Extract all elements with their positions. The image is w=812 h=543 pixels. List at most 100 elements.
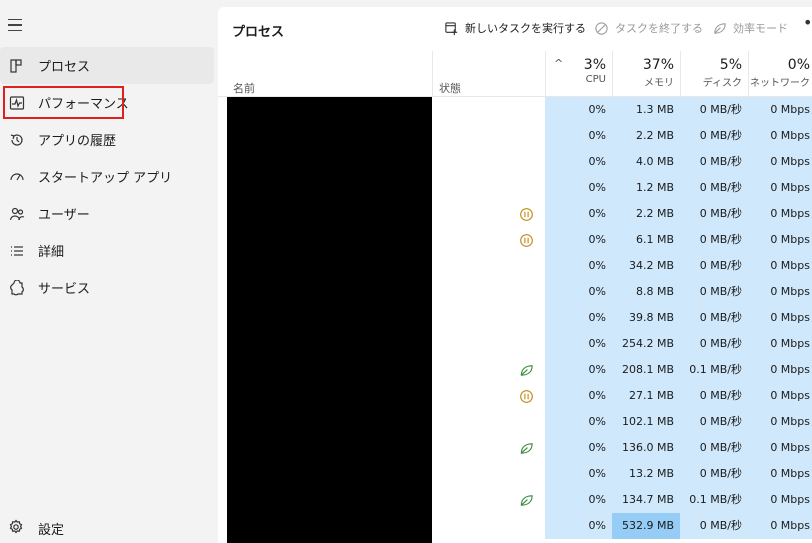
column-divider[interactable]	[432, 51, 433, 97]
network-cell: 0 Mbps	[748, 409, 812, 435]
cpu-cell: 0%	[545, 123, 612, 149]
hamburger-menu-icon[interactable]	[8, 19, 26, 37]
sidebar-item-services[interactable]: サービス	[0, 269, 214, 306]
column-name[interactable]: 名前	[233, 80, 255, 96]
startup-icon	[8, 168, 26, 186]
disk-cell: 0 MB/秒	[680, 513, 748, 539]
efficiency-mode-icon	[514, 487, 538, 513]
redacted-process-names	[227, 97, 432, 543]
sidebar-item-startup[interactable]: スタートアップ アプリ	[0, 158, 214, 195]
cpu-label: CPU	[585, 74, 606, 85]
disk-cell: 0.1 MB/秒	[680, 487, 748, 513]
network-cell: 0 Mbps	[748, 201, 812, 227]
settings-label: 設定	[38, 522, 65, 538]
disk-cell: 0 MB/秒	[680, 175, 748, 201]
new-task-label: 新しいタスクを実行する	[465, 22, 586, 35]
efficiency-mode-button[interactable]: 効率モード	[712, 20, 788, 36]
toolbar: プロセス 新しいタスクを実行する タスクを終了する 効率モード •	[218, 7, 812, 51]
disk-cell: 0 MB/秒	[680, 331, 748, 357]
end-task-label: タスクを終了する	[615, 22, 703, 35]
cpu-cell: 0%	[545, 487, 612, 513]
network-cell: 0 Mbps	[748, 435, 812, 461]
memory-cell: 532.9 MB	[612, 513, 680, 539]
highlight-box	[3, 86, 124, 119]
end-task-button[interactable]: タスクを終了する	[594, 20, 703, 36]
new-task-button[interactable]: 新しいタスクを実行する	[444, 20, 586, 36]
cpu-cell: 0%	[545, 409, 612, 435]
sidebar-item-details[interactable]: 詳細	[0, 232, 214, 269]
disk-cell: 0 MB/秒	[680, 149, 748, 175]
paused-icon	[514, 201, 538, 227]
column-cpu[interactable]: 3% CPU	[558, 57, 606, 85]
sidebar-item-app-history[interactable]: アプリの履歴	[0, 121, 214, 158]
more-options-icon[interactable]: •	[803, 13, 812, 32]
sidebar-item-label: アプリの履歴	[38, 134, 117, 149]
sidebar: プロセス パフォーマンス アプリの履歴 スタートアップ アプリ ユーザー 詳細 …	[0, 0, 218, 543]
network-cell: 0 Mbps	[748, 227, 812, 253]
cpu-cell: 0%	[545, 331, 612, 357]
memory-percent: 37%	[642, 57, 674, 73]
column-divider[interactable]	[748, 51, 749, 97]
processes-icon	[8, 57, 26, 75]
sidebar-item-users[interactable]: ユーザー	[0, 195, 214, 232]
memory-cell: 102.1 MB	[612, 409, 680, 435]
network-percent: 0%	[787, 57, 810, 73]
network-cell: 0 Mbps	[748, 383, 812, 409]
disk-cell: 0 MB/秒	[680, 305, 748, 331]
network-cell: 0 Mbps	[748, 461, 812, 487]
network-cell: 0 Mbps	[748, 97, 812, 123]
disk-cell: 0 MB/秒	[680, 123, 748, 149]
disk-cell: 0 MB/秒	[680, 435, 748, 461]
table-header: 名前 状態 ^ 3% CPU 37% メモリ 5% ディスク 0% ネットワーク	[218, 51, 812, 97]
sidebar-item-settings[interactable]: 設定	[0, 513, 64, 543]
column-memory[interactable]: 37% メモリ	[618, 57, 674, 89]
column-divider[interactable]	[612, 51, 613, 97]
network-cell: 0 Mbps	[748, 331, 812, 357]
memory-cell: 4.0 MB	[612, 149, 680, 175]
column-network[interactable]: 0% ネットワーク	[750, 57, 810, 89]
memory-cell: 13.2 MB	[612, 461, 680, 487]
column-divider[interactable]	[545, 51, 546, 97]
sidebar-item-label: プロセス	[38, 60, 91, 75]
main-panel: プロセス 新しいタスクを実行する タスクを終了する 効率モード • 名前 状態 …	[218, 7, 812, 543]
disk-label: ディスク	[702, 78, 742, 89]
services-icon	[8, 279, 26, 297]
leaf-icon	[714, 22, 726, 34]
disk-percent: 5%	[719, 57, 742, 73]
memory-cell: 2.2 MB	[612, 201, 680, 227]
memory-cell: 208.1 MB	[612, 357, 680, 383]
memory-cell: 39.8 MB	[612, 305, 680, 331]
network-cell: 0 Mbps	[748, 149, 812, 175]
new-task-icon	[445, 21, 458, 35]
sidebar-item-label: スタートアップ アプリ	[38, 171, 173, 186]
history-icon	[8, 131, 26, 149]
memory-label: メモリ	[644, 78, 674, 89]
cpu-cell: 0%	[545, 279, 612, 305]
sidebar-item-processes[interactable]: プロセス	[0, 47, 214, 84]
memory-cell: 136.0 MB	[612, 435, 680, 461]
column-divider[interactable]	[680, 51, 681, 97]
network-cell: 0 Mbps	[748, 175, 812, 201]
cpu-cell: 0%	[545, 357, 612, 383]
memory-cell: 8.8 MB	[612, 279, 680, 305]
memory-cell: 34.2 MB	[612, 253, 680, 279]
cpu-cell: 0%	[545, 383, 612, 409]
gear-icon	[8, 519, 26, 537]
cpu-cell: 0%	[545, 435, 612, 461]
disk-cell: 0 MB/秒	[680, 253, 748, 279]
efficiency-mode-icon	[514, 435, 538, 461]
network-cell: 0 Mbps	[748, 513, 812, 539]
sidebar-item-label: 詳細	[38, 245, 65, 260]
network-label: ネットワーク	[750, 78, 810, 89]
disk-cell: 0 MB/秒	[680, 97, 748, 123]
disk-cell: 0 MB/秒	[680, 383, 748, 409]
cpu-cell: 0%	[545, 149, 612, 175]
network-cell: 0 Mbps	[748, 123, 812, 149]
details-icon	[8, 242, 26, 260]
column-disk[interactable]: 5% ディスク	[686, 57, 742, 89]
column-status[interactable]: 状態	[439, 80, 461, 96]
disk-cell: 0 MB/秒	[680, 279, 748, 305]
efficiency-mode-icon	[514, 357, 538, 383]
disk-cell: 0 MB/秒	[680, 201, 748, 227]
cpu-cell: 0%	[545, 227, 612, 253]
